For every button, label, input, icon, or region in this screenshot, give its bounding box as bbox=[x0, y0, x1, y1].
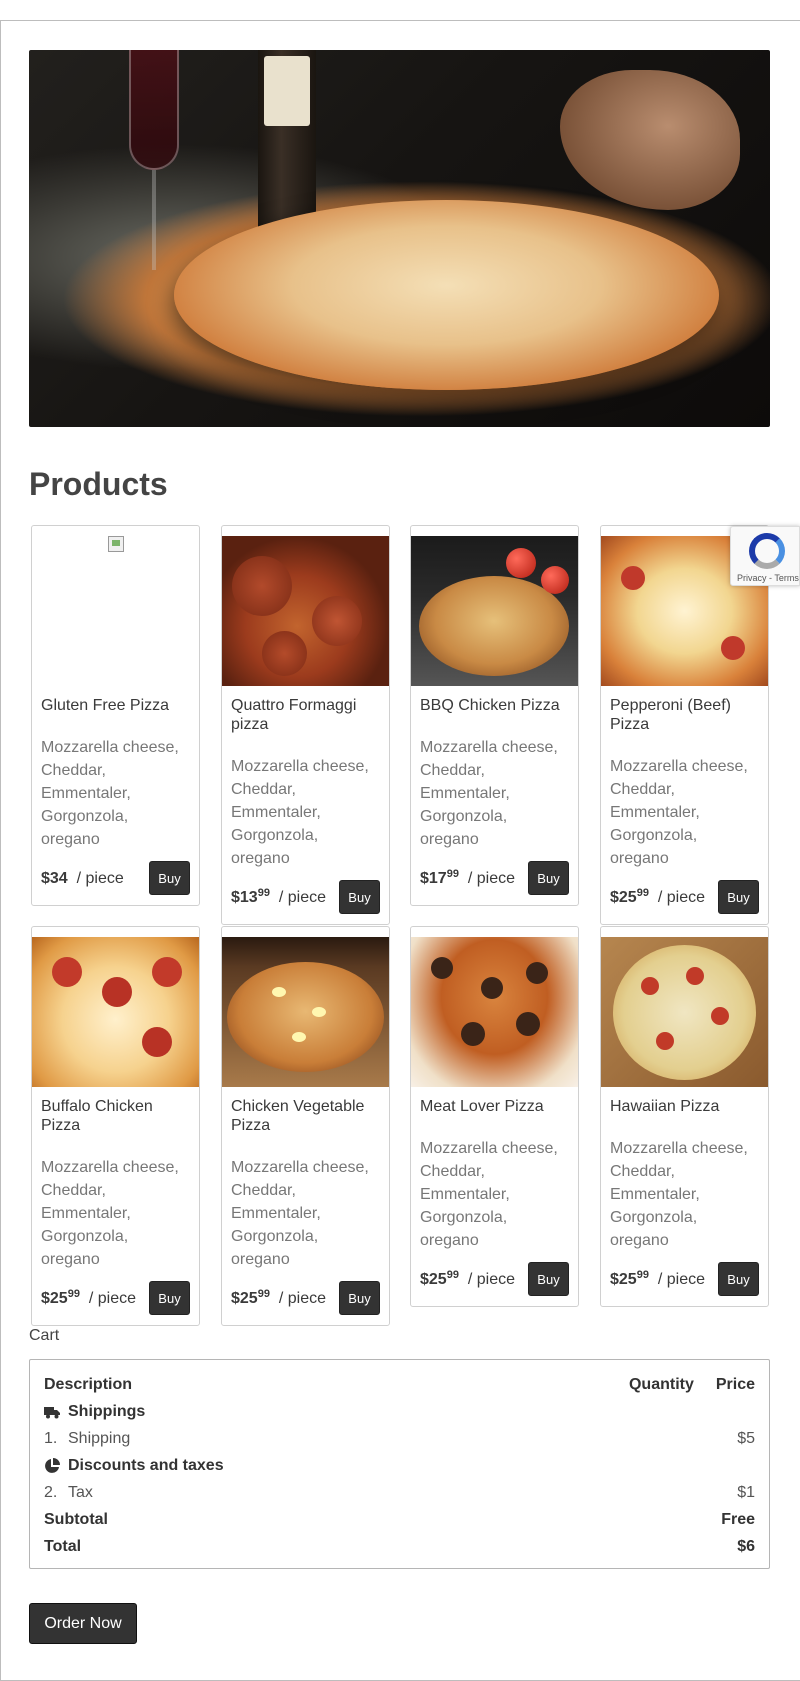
product-price: $2599 / piece bbox=[610, 1269, 705, 1288]
product-price: $2599 / piece bbox=[610, 887, 705, 906]
product-card: Chicken Vegetable Pizza Mozzarella chees… bbox=[221, 926, 390, 1326]
buy-button[interactable]: Buy bbox=[718, 880, 759, 914]
total-label: Total bbox=[44, 1538, 82, 1555]
cart-item-shipping: 1. Shipping $5 bbox=[44, 1428, 755, 1450]
product-image bbox=[32, 536, 199, 686]
hero-image bbox=[29, 50, 770, 427]
quantity-header: Quantity bbox=[628, 1376, 694, 1393]
product-name: BBQ Chicken Pizza bbox=[420, 697, 560, 714]
price-header: Price bbox=[715, 1376, 755, 1393]
product-image bbox=[32, 937, 199, 1087]
product-name: Buffalo Chicken Pizza bbox=[41, 1098, 153, 1134]
buy-button[interactable]: Buy bbox=[339, 880, 380, 914]
product-price: $2599 / piece bbox=[231, 1288, 326, 1307]
cart-group-shipping: Shippings bbox=[44, 1401, 755, 1423]
shipping-group-label: Shippings bbox=[68, 1403, 146, 1420]
product-image bbox=[222, 536, 389, 686]
product-name: Hawaiian Pizza bbox=[610, 1098, 720, 1115]
product-image bbox=[411, 937, 578, 1087]
pie-chart-icon bbox=[45, 1458, 60, 1473]
buy-button[interactable]: Buy bbox=[149, 1281, 190, 1315]
total-value: $6 bbox=[737, 1538, 755, 1555]
buy-button[interactable]: Buy bbox=[149, 861, 190, 895]
cart-header-row: Description Quantity Price bbox=[44, 1374, 755, 1396]
buy-button[interactable]: Buy bbox=[528, 861, 569, 895]
item-label: Tax bbox=[68, 1484, 93, 1501]
buy-button[interactable]: Buy bbox=[528, 1262, 569, 1296]
product-card: Quattro Formaggi pizza Mozzarella cheese… bbox=[221, 525, 390, 925]
product-price: $2599 / piece bbox=[41, 1288, 136, 1307]
description-header: Description bbox=[44, 1376, 133, 1393]
buy-button[interactable]: Buy bbox=[718, 1262, 759, 1296]
wine-glass bbox=[129, 50, 179, 170]
order-now-button[interactable]: Order Now bbox=[29, 1603, 137, 1644]
truck-icon bbox=[44, 1407, 60, 1419]
product-description: Mozzarella cheese, Cheddar, Emmentaler, … bbox=[231, 1159, 369, 1268]
product-price: $2599 / piece bbox=[420, 1269, 515, 1288]
recaptcha-badge[interactable]: Privacy - Terms bbox=[730, 526, 800, 586]
product-price: $1799 / piece bbox=[420, 868, 515, 887]
buy-button[interactable]: Buy bbox=[339, 1281, 380, 1315]
item-price: $5 bbox=[737, 1430, 755, 1447]
product-name: Gluten Free Pizza bbox=[41, 697, 170, 714]
cart-table: Description Quantity Price Shippings 1. S… bbox=[29, 1359, 770, 1569]
cart-item-tax: 2. Tax $1 bbox=[44, 1482, 755, 1504]
product-description: Mozzarella cheese, Cheddar, Emmentaler, … bbox=[231, 758, 369, 867]
broken-image-icon bbox=[108, 536, 124, 552]
product-description: Mozzarella cheese, Cheddar, Emmentaler, … bbox=[610, 1140, 748, 1249]
product-description: Mozzarella cheese, Cheddar, Emmentaler, … bbox=[41, 1159, 179, 1268]
product-description: Mozzarella cheese, Cheddar, Emmentaler, … bbox=[420, 739, 558, 848]
subtotal-label: Subtotal bbox=[44, 1511, 108, 1528]
recaptcha-logo-icon bbox=[749, 533, 785, 569]
discounts-group-label: Discounts and taxes bbox=[68, 1457, 224, 1474]
item-index: 2. bbox=[44, 1484, 58, 1501]
product-description: Mozzarella cheese, Cheddar, Emmentaler, … bbox=[420, 1140, 558, 1249]
product-image bbox=[411, 536, 578, 686]
product-name: Chicken Vegetable Pizza bbox=[231, 1098, 365, 1134]
item-index: 1. bbox=[44, 1430, 58, 1447]
hand bbox=[560, 70, 740, 210]
product-price: $1399 / piece bbox=[231, 887, 326, 906]
product-image bbox=[222, 937, 389, 1087]
cart-subtotal-row: Subtotal Free bbox=[44, 1509, 755, 1531]
hero-pizza bbox=[174, 200, 719, 390]
product-description: Mozzarella cheese, Cheddar, Emmentaler, … bbox=[41, 739, 179, 848]
subtotal-value: Free bbox=[721, 1511, 755, 1528]
item-label: Shipping bbox=[68, 1430, 131, 1447]
product-card: Hawaiian Pizza Mozzarella cheese, Chedda… bbox=[600, 926, 769, 1307]
cart-total-row: Total $6 bbox=[44, 1536, 755, 1558]
product-card: Meat Lover Pizza Mozzarella cheese, Ched… bbox=[410, 926, 579, 1307]
product-description: Mozzarella cheese, Cheddar, Emmentaler, … bbox=[610, 758, 748, 867]
cart-group-discounts: Discounts and taxes bbox=[44, 1455, 755, 1477]
product-card: BBQ Chicken Pizza Mozzarella cheese, Che… bbox=[410, 525, 579, 906]
product-card: Gluten Free Pizza Mozzarella cheese, Che… bbox=[31, 525, 200, 906]
recaptcha-links[interactable]: Privacy - Terms bbox=[737, 573, 799, 583]
product-card: Buffalo Chicken Pizza Mozzarella cheese,… bbox=[31, 926, 200, 1326]
product-name: Pepperoni (Beef) Pizza bbox=[610, 697, 731, 733]
item-price: $1 bbox=[737, 1484, 755, 1501]
products-heading: Products bbox=[29, 466, 168, 502]
product-name: Meat Lover Pizza bbox=[420, 1098, 544, 1115]
product-image bbox=[601, 937, 768, 1087]
cart-label: Cart bbox=[29, 1327, 60, 1344]
product-price: $34 / piece bbox=[41, 870, 124, 887]
product-name: Quattro Formaggi pizza bbox=[231, 697, 357, 733]
